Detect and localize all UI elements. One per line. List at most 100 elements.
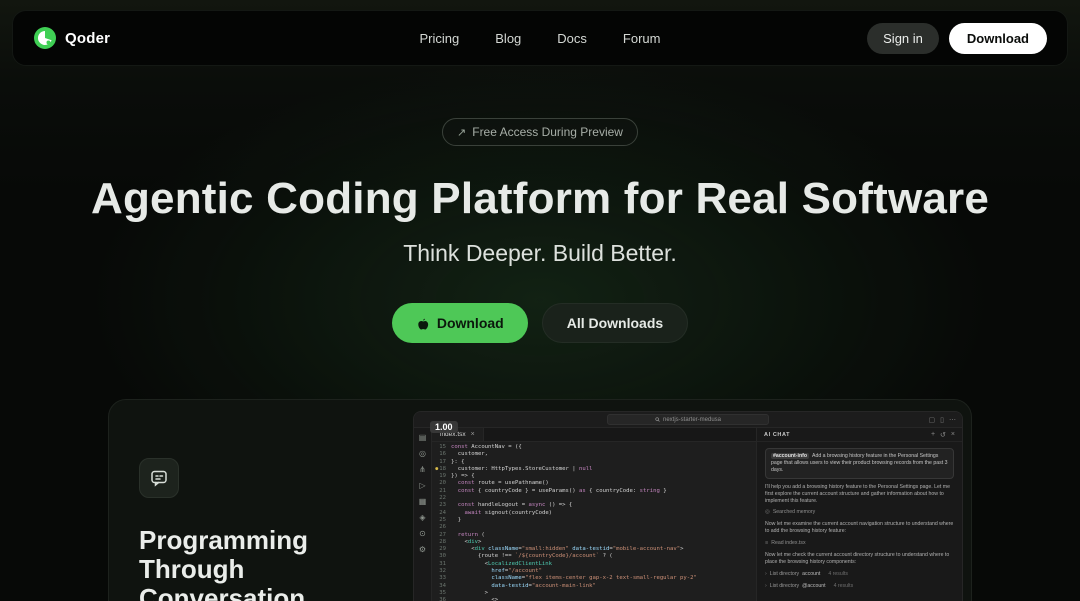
- line-number: 21: [432, 488, 451, 495]
- nav-link-pricing[interactable]: Pricing: [420, 31, 460, 46]
- remote-icon[interactable]: ◈: [419, 513, 425, 523]
- tab-close-icon[interactable]: ×: [471, 431, 475, 438]
- line-number: 29: [432, 546, 451, 553]
- code-text: await signout(countryCode): [451, 510, 552, 517]
- line-number: 16: [432, 451, 451, 458]
- page-subtitle: Think Deeper. Build Better.: [0, 240, 1080, 267]
- code-line: 17}: {: [432, 459, 756, 466]
- line-number: 33: [432, 575, 451, 582]
- code-line: ●18 customer: HttpTypes.StoreCustomer | …: [432, 466, 756, 473]
- line-number: 28: [432, 539, 451, 546]
- qoder-logo-icon: [33, 26, 57, 50]
- chat-tool-row[interactable]: ›List directory@account 4 results: [765, 583, 954, 590]
- ai-chat-panel: AI CHAT + ↺ × #account-infoAdd a browsing …: [756, 428, 962, 601]
- code-line: 28 <div>: [432, 539, 756, 546]
- code-editor[interactable]: 15const AccountNav = ({16 customer,17}: …: [432, 442, 756, 601]
- chat-tool-row[interactable]: ›List directoryaccount4 results: [765, 571, 954, 578]
- tool-target: @account: [802, 583, 825, 590]
- code-line: 29 <div className="small:hidden" data-te…: [432, 546, 756, 553]
- new-chat-icon[interactable]: +: [931, 431, 935, 439]
- code-line: 21 const { countryCode } = useParams() a…: [432, 488, 756, 495]
- code-text: const route = usePathname(): [451, 480, 549, 487]
- code-line: 36 <>: [432, 597, 756, 601]
- chat-header-icons: + ↺ ×: [931, 431, 955, 439]
- code-text: <div>: [451, 539, 481, 546]
- code-text: <LocalizedClientLink: [451, 561, 552, 568]
- chevron-right-icon: ›: [765, 571, 767, 578]
- code-line: 34 data-testid="account-main-link": [432, 583, 756, 590]
- ide-titlebar: nextjs-starter-medusa ▢ ▯ ⋯: [414, 412, 962, 428]
- history-icon[interactable]: ↺: [940, 431, 946, 439]
- search-icon: [655, 417, 660, 422]
- chat-user-message: #account-infoAdd a browsing history feat…: [765, 448, 954, 479]
- chat-messages: #account-infoAdd a browsing history feat…: [757, 442, 962, 596]
- code-rows: 15const AccountNav = ({16 customer,17}: …: [432, 444, 756, 601]
- code-line: 32 href="/account": [432, 568, 756, 575]
- extensions-icon[interactable]: ▦: [419, 497, 427, 507]
- status-label: Read index.tsx: [771, 540, 805, 547]
- code-line: 33 className="flex items-center gap-x-2 …: [432, 575, 756, 582]
- code-line: 19}) => {: [432, 473, 756, 480]
- code-text: }: {: [451, 459, 464, 466]
- preview-badge[interactable]: ↗ Free Access During Preview: [442, 118, 638, 146]
- close-icon[interactable]: ×: [951, 431, 955, 439]
- line-number: 20: [432, 480, 451, 487]
- apple-icon: [416, 316, 429, 331]
- code-line: 30 {route !== `/${countryCode}/account` …: [432, 553, 756, 560]
- settings-gear-icon[interactable]: ⚙: [419, 545, 426, 555]
- code-line: 35 >: [432, 590, 756, 597]
- page-title: Agentic Coding Platform for Real Softwar…: [0, 174, 1080, 224]
- code-text: href="/account": [451, 568, 542, 575]
- files-icon[interactable]: ▤: [419, 433, 427, 443]
- search-icon[interactable]: ◎: [419, 449, 426, 459]
- code-line: 20 const route = usePathname(): [432, 480, 756, 487]
- tool-target: account: [802, 571, 820, 578]
- chat-title: AI CHAT: [764, 432, 790, 438]
- code-text: {route !== `/${countryCode}/account` ? (: [451, 553, 613, 560]
- chat-status-row[interactable]: ≡Read index.tsx: [765, 540, 954, 547]
- code-text: customer: HttpTypes.StoreCustomer | null: [451, 466, 592, 473]
- layout-panel-icon[interactable]: ▢: [929, 416, 936, 424]
- ide-search-box[interactable]: nextjs-starter-medusa: [607, 414, 769, 425]
- code-text: [451, 524, 454, 531]
- sign-in-button[interactable]: Sign in: [867, 23, 939, 54]
- chat-header: AI CHAT + ↺ ×: [757, 428, 962, 442]
- code-text: customer,: [451, 451, 488, 458]
- editor-pane: index.tsx × 15const AccountNav = ({16 cu…: [432, 428, 756, 601]
- code-line: 23 const handleLogout = async () => {: [432, 502, 756, 509]
- context-chip[interactable]: #account-info: [771, 453, 809, 459]
- code-line: 25 }: [432, 517, 756, 524]
- tool-meta: 4 results: [834, 583, 854, 590]
- source-control-icon[interactable]: ⋔: [419, 465, 426, 475]
- chat-status-row[interactable]: ◎Searched memory: [765, 509, 954, 516]
- hero-download-button[interactable]: Download: [392, 303, 528, 343]
- preview-badge-label: Free Access During Preview: [472, 125, 623, 139]
- status-label: Searched memory: [773, 509, 815, 516]
- code-line: 27 return (: [432, 532, 756, 539]
- line-number: 25: [432, 517, 451, 524]
- line-number: 31: [432, 561, 451, 568]
- nav-download-button[interactable]: Download: [949, 23, 1047, 54]
- nav-link-blog[interactable]: Blog: [495, 31, 521, 46]
- split-editor-icon[interactable]: ▯: [940, 416, 944, 424]
- run-debug-icon[interactable]: ▷: [419, 481, 425, 491]
- more-actions-icon[interactable]: ⋯: [949, 416, 956, 424]
- code-text: <div className="small:hidden" data-testi…: [451, 546, 683, 553]
- nav-actions: Sign in Download: [867, 23, 1047, 54]
- nav-link-forum[interactable]: Forum: [623, 31, 661, 46]
- code-text: const { countryCode } = useParams() as {…: [451, 488, 667, 495]
- all-downloads-button[interactable]: All Downloads: [542, 303, 688, 343]
- nav-link-docs[interactable]: Docs: [557, 31, 587, 46]
- lightbulb-icon[interactable]: ●: [435, 466, 438, 473]
- quests-icon[interactable]: ⊙: [419, 529, 426, 539]
- tool-label: List directory: [770, 583, 799, 590]
- brand-name: Qoder: [65, 30, 110, 47]
- feature-card: Programming Through Conversation 1.00 ne…: [108, 399, 972, 601]
- code-text: className="flex items-center gap-x-2 tex…: [451, 575, 697, 582]
- line-number: 24: [432, 510, 451, 517]
- brand[interactable]: Qoder: [33, 26, 110, 50]
- code-text: const AccountNav = ({: [451, 444, 522, 451]
- code-line: 22: [432, 495, 756, 502]
- line-number: 32: [432, 568, 451, 575]
- chevron-right-icon: ›: [765, 583, 767, 590]
